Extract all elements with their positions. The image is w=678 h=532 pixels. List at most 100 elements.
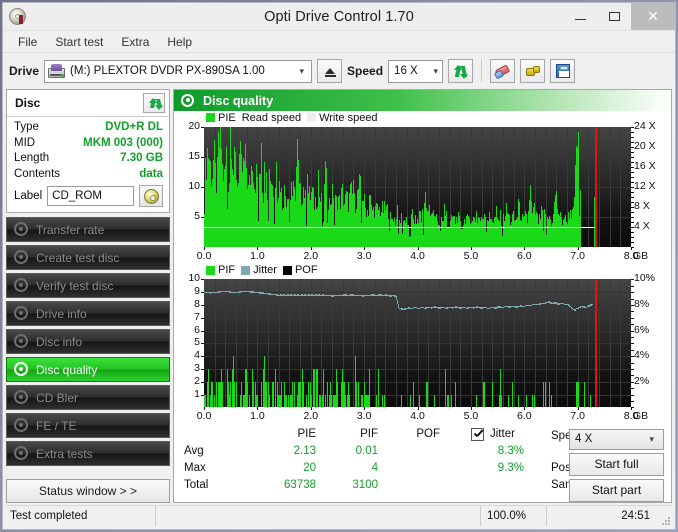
- data-bar: [445, 369, 446, 408]
- speed-label: Speed: [347, 64, 384, 78]
- status-window-button[interactable]: Status window > >: [6, 479, 170, 503]
- start-full-button[interactable]: Start full: [569, 452, 664, 476]
- x-axis-tick: [631, 407, 632, 411]
- sidebar-item-disc-quality[interactable]: Disc quality: [6, 357, 170, 382]
- y2-axis-tick: [631, 400, 634, 402]
- y-axis-tick: [201, 186, 204, 188]
- drive-select-value: (M:) PLEXTOR DVDR PX-890SA 1.00: [70, 65, 265, 77]
- x-axis-tick: [470, 246, 472, 250]
- sidebar-item-transfer-rate[interactable]: Transfer rate: [6, 217, 170, 242]
- disc-quality-panel: Disc quality PIE Read speed Write speed …: [173, 89, 672, 503]
- legend-label: PIF: [218, 264, 236, 277]
- y-axis-tick: [201, 216, 204, 218]
- y2-axis-tick: [631, 368, 634, 370]
- x-axis-tick: [204, 407, 205, 411]
- sidebar-item-fe-te[interactable]: FE / TE: [6, 413, 170, 438]
- grid-line: [204, 356, 631, 358]
- menu-item-extra[interactable]: Extra: [112, 33, 158, 51]
- title-bar: Opti Drive Control 1.70 ✕: [3, 3, 675, 31]
- drive-select[interactable]: (M:) PLEXTOR DVDR PX-890SA 1.00 ▾: [44, 59, 313, 83]
- pif-chart[interactable]: 10 9 8 7 6 5 4 3 2 1 10% 8% 6% 4% 2% 0.0 1.0 2.0 3.0 4.0 5.0…: [174, 272, 671, 424]
- stats-row-label-total: Total: [184, 478, 209, 491]
- stats-col-jitter: Jitter: [490, 427, 515, 440]
- x-axis-tick: [524, 246, 526, 250]
- data-bar: [311, 394, 312, 408]
- x-axis-tick: [364, 246, 366, 250]
- pie-chart[interactable]: 20 15 10 5 24 X 20 X 16 X 12 X 8 X 4 X 0.0 1.0 2.0 3.…: [174, 120, 671, 264]
- y2-axis-tick: [631, 336, 634, 338]
- x-axis-tick-label: 6.0: [516, 410, 532, 423]
- disc-test-icon: [14, 418, 29, 433]
- sidebar-item-label: Disc info: [36, 334, 83, 349]
- data-bar: [578, 381, 579, 408]
- progress-percent: 100.0%: [480, 506, 546, 526]
- speed-select[interactable]: 16 X ▾: [388, 59, 444, 83]
- legend-item-jitter: Jitter: [241, 264, 277, 276]
- row-key: Type: [14, 121, 39, 133]
- sidebar-item-cd-bler[interactable]: CD Bler: [6, 385, 170, 410]
- disc-info-row-contents: Contents data: [14, 167, 163, 183]
- data-bar: [362, 394, 363, 408]
- data-bar: [413, 381, 414, 408]
- disc-label-input[interactable]: CD_ROM: [47, 186, 134, 206]
- erase-button[interactable]: [490, 59, 516, 83]
- menu-bar: File Start test Extra Help: [3, 31, 675, 53]
- end-position-marker: [595, 279, 597, 408]
- test-speed-select[interactable]: 4 X ▾: [569, 428, 664, 450]
- x-axis-tick-label: 1.0: [250, 249, 265, 262]
- data-bar: [294, 381, 295, 408]
- sidebar-item-extra-tests[interactable]: Extra tests: [6, 441, 170, 466]
- y-axis-tick: [201, 330, 204, 332]
- stats-max-jitter: 9.3%: [497, 461, 524, 474]
- legend-label: POF: [294, 264, 318, 277]
- data-bar: [492, 381, 493, 408]
- minimize-button[interactable]: [563, 3, 597, 30]
- sidebar-item-drive-info[interactable]: Drive info: [6, 301, 170, 326]
- disc-label-button[interactable]: [139, 185, 163, 207]
- jitter-checkbox[interactable]: [471, 427, 484, 441]
- sidebar-item-label: FE / TE: [36, 418, 77, 433]
- x-axis-tick-label: 1.0: [250, 410, 265, 423]
- refresh-button[interactable]: [448, 59, 474, 83]
- save-button[interactable]: [550, 59, 576, 83]
- app-disc-icon: [9, 7, 27, 26]
- disc-label-row: Label CD_ROM: [14, 185, 163, 207]
- legend-item-read-speed: Read speed: [242, 112, 301, 124]
- start-part-button[interactable]: Start part: [569, 478, 664, 502]
- y2-axis-tick: [631, 362, 634, 364]
- menu-item-help[interactable]: Help: [158, 33, 201, 51]
- sidebar-item-verify-test-disc[interactable]: Verify test disc: [6, 273, 170, 298]
- data-bar: [551, 394, 552, 408]
- disc-refresh-button[interactable]: [143, 93, 165, 113]
- menu-item-file[interactable]: File: [9, 33, 46, 51]
- data-bar: [484, 381, 485, 408]
- y2-axis-tick: [631, 311, 634, 313]
- row-key: Contents: [14, 167, 61, 180]
- y2-axis-tick: [631, 356, 634, 358]
- data-bar: [286, 394, 287, 408]
- maximize-button[interactable]: [597, 3, 631, 30]
- save-icon: [555, 64, 570, 78]
- legend-swatch-pie: [206, 113, 215, 123]
- data-bar: [288, 394, 289, 408]
- resize-grip[interactable]: [656, 506, 672, 526]
- sidebar-item-disc-info[interactable]: Disc info: [6, 329, 170, 354]
- row-value: data: [139, 167, 163, 180]
- y2-axis-tick: [631, 324, 634, 326]
- plugin-button[interactable]: [520, 59, 546, 83]
- menu-item-start-test[interactable]: Start test: [46, 33, 112, 51]
- disc-test-icon: [14, 362, 29, 377]
- data-bar: [275, 369, 276, 408]
- data-bar: [236, 381, 237, 408]
- close-icon[interactable]: ✕: [631, 3, 675, 30]
- disc-quality-icon: [181, 93, 195, 108]
- data-bar: [410, 394, 411, 408]
- y-axis-tick: [201, 304, 204, 306]
- data-bar: [331, 394, 332, 408]
- legend-item-pof: POF: [282, 264, 318, 277]
- sidebar-item-create-test-disc[interactable]: Create test disc: [6, 245, 170, 270]
- eject-button[interactable]: [317, 59, 343, 83]
- data-bar: [378, 369, 379, 408]
- data-bar: [261, 381, 262, 408]
- data-bar: [526, 394, 527, 408]
